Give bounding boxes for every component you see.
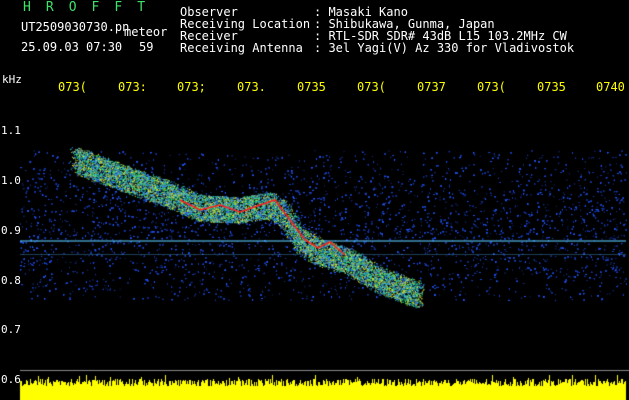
y-tick-label: 0.6 — [1, 373, 21, 386]
y-tick-label: 0.8 — [1, 274, 21, 287]
spectrogram-plot — [0, 0, 629, 400]
y-tick-label: 1.0 — [1, 174, 21, 187]
field-value-antenna: : 3el Yagi(V) Az 330 for Vladivostok — [314, 41, 575, 55]
time-tick-label: 0735 — [537, 80, 566, 94]
meteor-count: 59 — [139, 40, 154, 54]
y-tick-label: 0.9 — [1, 224, 21, 237]
time-tick-label: 073. — [237, 80, 266, 94]
meteor-label: meteor — [124, 25, 168, 39]
hrofft-logo: H R O F F T — [23, 0, 149, 15]
observation-datetime: 25.09.03 07:30 — [21, 40, 123, 54]
time-tick-label: 0735 — [297, 80, 326, 94]
y-tick-label: 1.1 — [1, 124, 21, 137]
time-tick-label: 073( — [58, 80, 87, 94]
time-tick-label: 073; — [177, 80, 206, 94]
y-tick-label: 0.7 — [1, 323, 21, 336]
time-tick-label: 073( — [357, 80, 386, 94]
time-tick-label: 073( — [477, 80, 506, 94]
time-tick-label: 073: — [118, 80, 147, 94]
time-tick-label: 0740 — [596, 80, 625, 94]
time-tick-label: 0737 — [417, 80, 446, 94]
field-label-antenna: Receiving Antenna — [180, 41, 303, 55]
file-name: UT2509030730.pn — [21, 20, 130, 34]
y-axis-unit: kHz — [2, 73, 22, 86]
